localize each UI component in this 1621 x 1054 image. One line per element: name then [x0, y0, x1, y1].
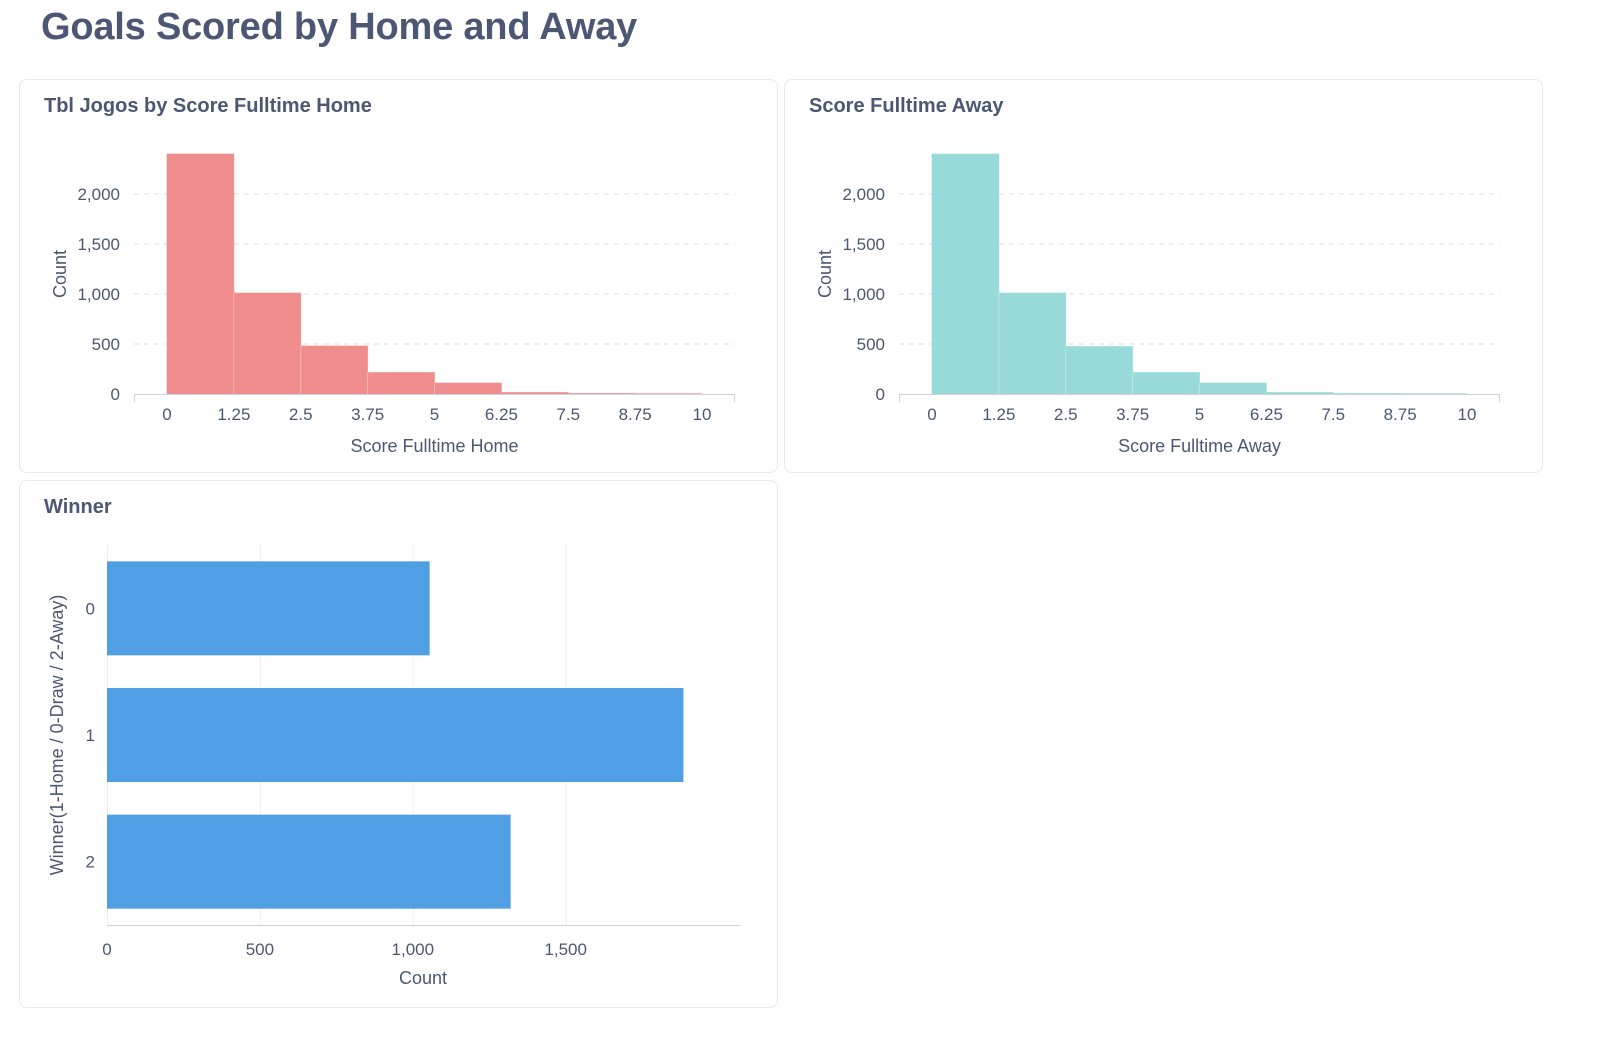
y-axis-label: Count [50, 250, 70, 298]
x-tick-label: 8.75 [1384, 405, 1417, 424]
winner-bar [107, 561, 430, 656]
y-tick-label: 2 [86, 853, 95, 872]
y-tick-label: 500 [857, 335, 885, 354]
histogram-bar [998, 292, 1067, 395]
chart-card-away-goals[interactable]: Score Fulltime Away 0 500 1,000 1,500 2,000 0… [784, 79, 1543, 473]
histogram-bar [1199, 382, 1267, 395]
y-axis-label: Count [815, 250, 835, 298]
histogram-bar [1265, 392, 1334, 395]
x-tick-label: 5 [430, 405, 439, 424]
x-tick-label: 0 [162, 405, 171, 424]
winner-bar [107, 688, 684, 782]
histogram-bar [500, 392, 569, 395]
x-tick-label: 7.5 [1321, 405, 1345, 424]
y-tick-label: 1,000 [77, 285, 120, 304]
y-tick-label: 0 [111, 385, 120, 404]
chart-card-home-goals[interactable]: Tbl Jogos by Score Fulltime Home 0 500 1,0… [19, 79, 778, 473]
y-tick-label: 1,500 [77, 235, 120, 254]
y-axis-label: Winner(1-Home / 0-Draw / 2-Away) [47, 595, 67, 876]
histogram-bar [1332, 393, 1401, 395]
y-tick-label: 1,500 [842, 235, 885, 254]
x-tick-label: 3.75 [1116, 405, 1149, 424]
y-tick-label: 0 [86, 599, 95, 618]
histogram-bar [300, 345, 369, 395]
x-tick-label: 8.75 [619, 405, 652, 424]
histogram-bar [931, 153, 1000, 395]
x-tick-label: 2.5 [1054, 405, 1078, 424]
x-tick-label: 6.25 [485, 405, 518, 424]
x-tick-label: 500 [246, 940, 274, 959]
x-tick-label: 1.25 [982, 405, 1015, 424]
dashboard-title: Goals Scored by Home and Away [41, 6, 638, 48]
x-axis-label: Score Fulltime Away [1118, 436, 1281, 456]
histogram-bar [367, 372, 435, 395]
x-axis-label: Score Fulltime Home [350, 436, 518, 456]
x-tick-label: 1.25 [217, 405, 250, 424]
x-tick-label: 10 [693, 405, 712, 424]
x-tick-label: 3.75 [351, 405, 384, 424]
bar-chart-winner: 0 500 1,000 1,500 0 1 2 Count Winner(1-Home / 0-… [47, 545, 740, 988]
x-tick-label: 5 [1195, 405, 1204, 424]
x-tick-label: 6.25 [1250, 405, 1283, 424]
x-tick-label: 0 [102, 940, 111, 959]
y-tick-label: 2,000 [842, 185, 885, 204]
histogram-away-goals: 0 500 1,000 1,500 2,000 0 1.25 2.5 3.75 5 6.25 7.5 8… [815, 153, 1500, 456]
x-axis-label: Count [399, 968, 447, 988]
y-tick-label: 0 [876, 385, 885, 404]
histogram-bar [233, 292, 302, 395]
y-tick-label: 1,000 [842, 285, 885, 304]
winner-bar [107, 814, 511, 909]
x-tick-label: 2.5 [289, 405, 313, 424]
x-tick-label: 1,000 [392, 940, 435, 959]
histogram-bar [1132, 372, 1200, 395]
x-tick-label: 1,500 [544, 940, 587, 959]
histogram-bar [1065, 346, 1134, 395]
y-tick-label: 1 [86, 726, 95, 745]
chart-card-winner[interactable]: Winner 0 500 1,000 1,500 0 1 2 Count Winner(1-Ho… [19, 480, 778, 1008]
x-tick-label: 10 [1458, 405, 1477, 424]
y-tick-label: 500 [92, 335, 120, 354]
histogram-bar [567, 393, 636, 395]
histogram-bar [166, 153, 235, 395]
x-tick-label: 7.5 [556, 405, 580, 424]
y-tick-label: 2,000 [77, 185, 120, 204]
histogram-home-goals: 0 500 1,000 1,500 2,000 0 1.25 2.5 3.75 5 6.25 7.5 8… [50, 153, 735, 456]
x-tick-label: 0 [927, 405, 936, 424]
histogram-bar [434, 382, 502, 395]
